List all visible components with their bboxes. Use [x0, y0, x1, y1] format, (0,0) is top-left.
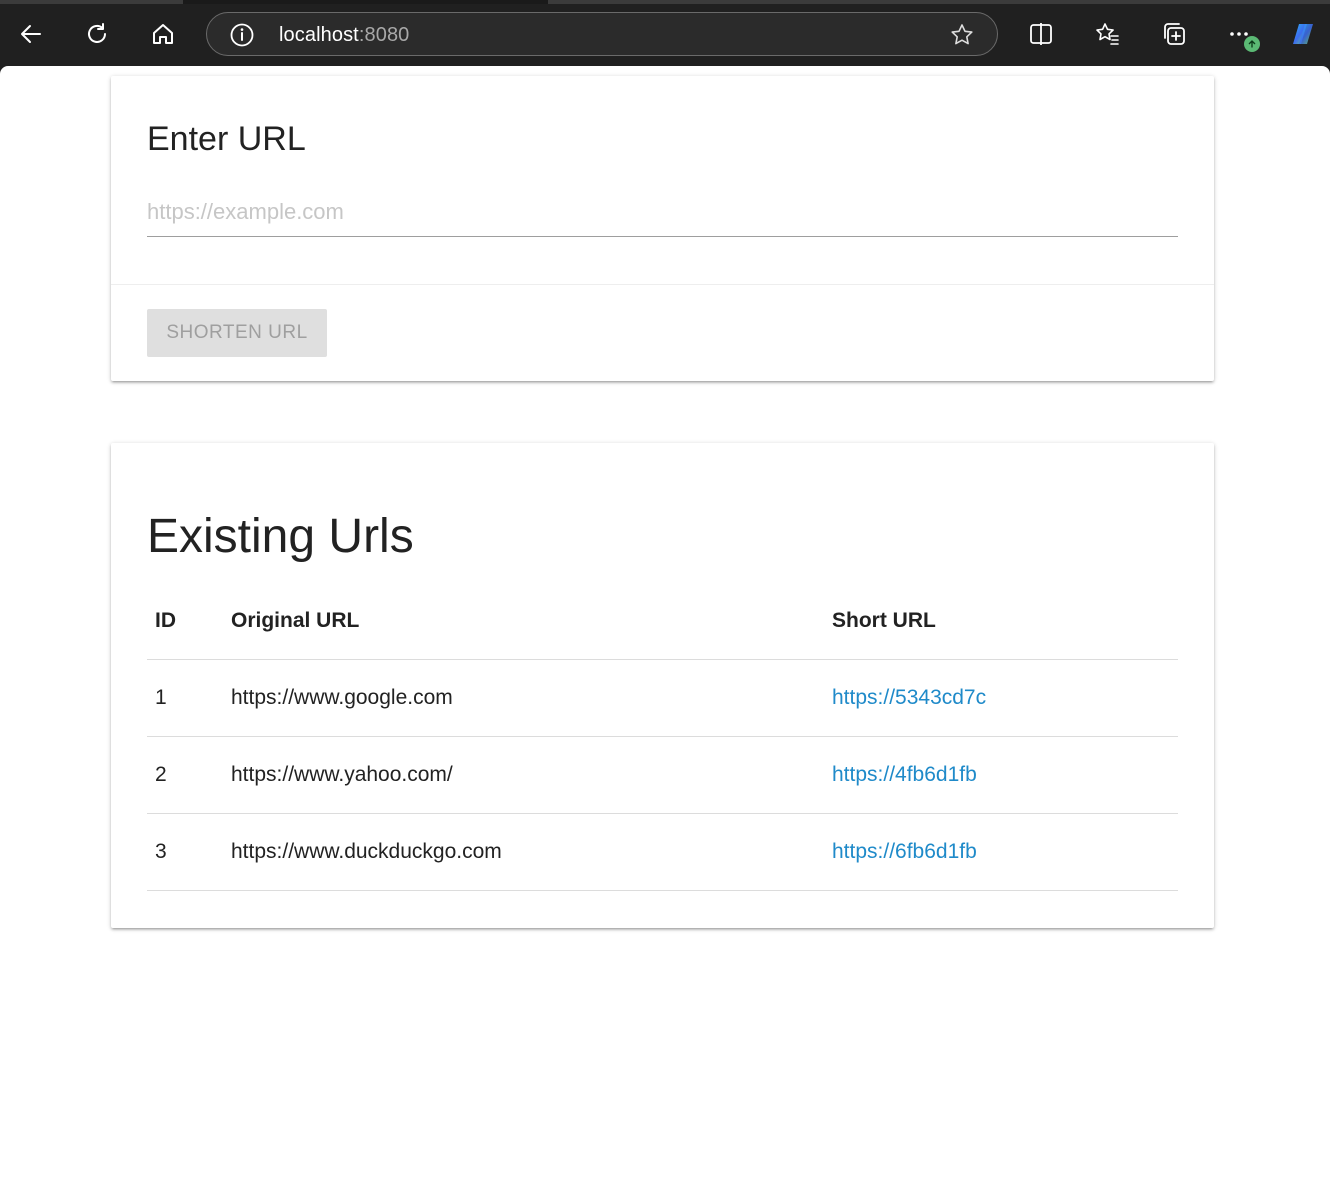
- refresh-button[interactable]: [77, 14, 117, 54]
- tab-active-edge: [0, 0, 183, 4]
- table-row: 1 https://www.google.com https://5343cd7…: [147, 659, 1178, 737]
- split-screen-icon: [1030, 23, 1052, 45]
- row-original-url: https://www.duckduckgo.com: [231, 813, 832, 891]
- row-short-url-cell: https://6fb6d1fb: [832, 813, 1178, 891]
- existing-urls-card: Existing Urls ID Original URL Short URL …: [111, 443, 1214, 928]
- info-icon[interactable]: [229, 22, 255, 48]
- favorites-button[interactable]: [1087, 14, 1127, 54]
- update-badge-icon: [1244, 36, 1260, 52]
- urls-table: ID Original URL Short URL 1 https://www.…: [147, 583, 1178, 891]
- row-original-url: https://www.google.com: [231, 659, 832, 737]
- refresh-icon: [88, 23, 106, 43]
- collections-icon: [1164, 23, 1185, 45]
- address-text[interactable]: localhost:8080: [279, 24, 409, 47]
- header-short-url: Short URL: [832, 583, 1178, 660]
- copilot-button[interactable]: [1283, 14, 1323, 54]
- back-arrow-icon: [21, 25, 41, 43]
- home-button[interactable]: [143, 14, 183, 54]
- row-id: 1: [147, 659, 231, 737]
- header-original-url: Original URL: [231, 583, 832, 660]
- table-row: 3 https://www.duckduckgo.com https://6fb…: [147, 813, 1178, 891]
- address-port: :8080: [358, 24, 410, 46]
- page-viewport: Enter URL SHORTEN URL Existing Urls ID O…: [0, 66, 1330, 1197]
- home-icon: [153, 24, 173, 44]
- address-host: localhost: [279, 24, 359, 46]
- row-id: 3: [147, 813, 231, 891]
- split-screen-button[interactable]: [1021, 14, 1061, 54]
- short-url-link[interactable]: https://4fb6d1fb: [832, 763, 977, 786]
- tab-inactive-edge: [548, 0, 1330, 4]
- favorites-icon: [1096, 23, 1119, 45]
- row-short-url-cell: https://4fb6d1fb: [832, 736, 1178, 814]
- table-header-row: ID Original URL Short URL: [147, 583, 1178, 660]
- short-url-link[interactable]: https://5343cd7c: [832, 686, 986, 709]
- row-short-url-cell: https://5343cd7c: [832, 659, 1178, 737]
- url-input[interactable]: [147, 188, 1178, 237]
- back-button[interactable]: [11, 14, 51, 54]
- star-icon[interactable]: [949, 22, 975, 48]
- browser-toolbar: localhost:8080: [0, 0, 1330, 66]
- collections-button[interactable]: [1154, 14, 1194, 54]
- row-id: 2: [147, 736, 231, 814]
- tab-strip: [0, 0, 1330, 4]
- url-form-card: Enter URL SHORTEN URL: [111, 76, 1214, 381]
- row-original-url: https://www.yahoo.com/: [231, 736, 832, 814]
- address-bar[interactable]: localhost:8080: [206, 12, 998, 56]
- card-divider: [111, 284, 1214, 285]
- shorten-url-button[interactable]: SHORTEN URL: [147, 309, 327, 357]
- copilot-icon: [1293, 24, 1313, 44]
- table-row: 2 https://www.yahoo.com/ https://4fb6d1f…: [147, 736, 1178, 814]
- existing-urls-title: Existing Urls: [147, 510, 414, 563]
- header-id: ID: [147, 583, 231, 660]
- short-url-link[interactable]: https://6fb6d1fb: [832, 840, 977, 863]
- form-title: Enter URL: [147, 120, 306, 158]
